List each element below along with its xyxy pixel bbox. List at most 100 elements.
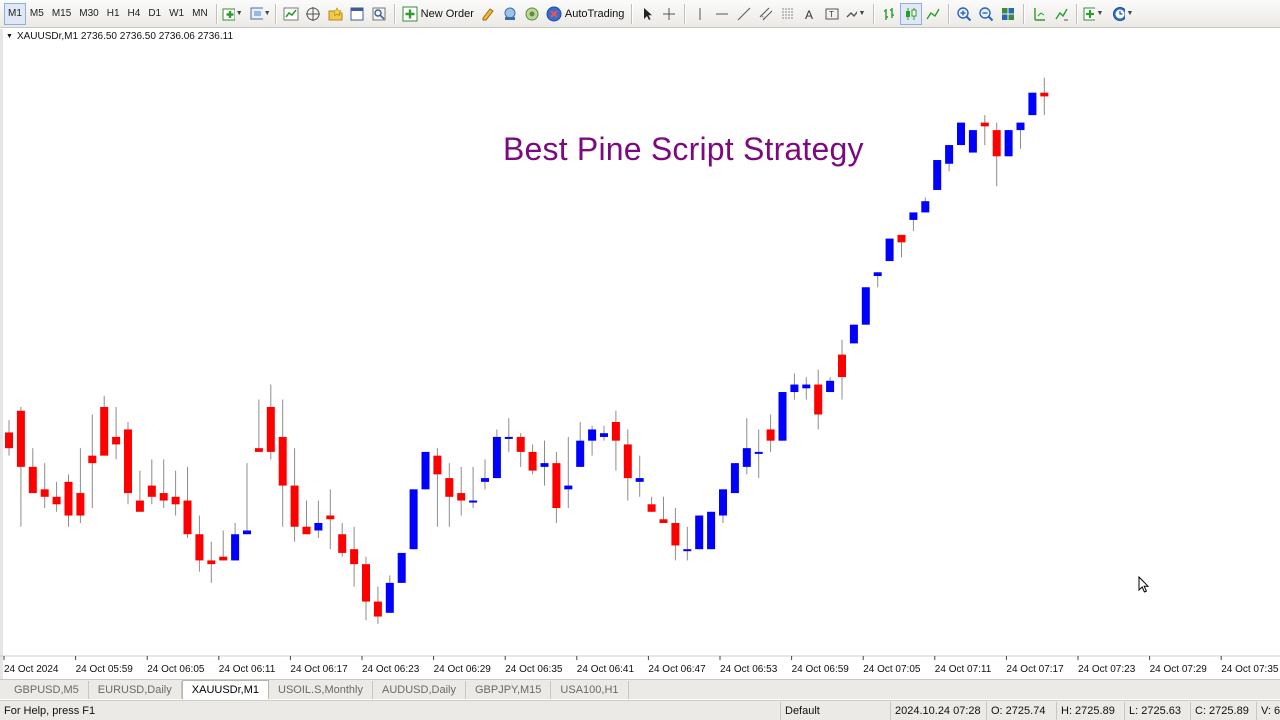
candle xyxy=(40,463,49,509)
candle-body-bull xyxy=(231,534,240,561)
horizontal-line-icon[interactable] xyxy=(711,3,733,25)
data-window-icon[interactable] xyxy=(324,3,346,25)
terminal-icon[interactable] xyxy=(346,3,368,25)
signals-icon[interactable] xyxy=(499,3,521,25)
candle-body-bull xyxy=(243,530,251,535)
timeframe-w1-button[interactable]: W1 xyxy=(165,3,188,25)
candle xyxy=(314,500,323,538)
chart-tab[interactable]: EURUSD,Daily xyxy=(89,681,182,699)
fibonacci-icon[interactable] xyxy=(777,3,799,25)
candle xyxy=(516,433,525,467)
chart-tab[interactable]: USOIL.S,Monthly xyxy=(269,681,373,699)
arrows-icon[interactable]: ▼ xyxy=(843,3,865,25)
toolbar-separator xyxy=(393,3,395,24)
candle xyxy=(540,440,549,486)
chart-tab[interactable]: GBPJPY,M15 xyxy=(466,681,552,699)
timeframe-m1-button[interactable]: M1 xyxy=(4,2,26,25)
candle xyxy=(921,197,930,213)
candle-body-bear xyxy=(350,549,359,565)
candle-body-bull xyxy=(492,436,501,479)
candle-body-bear xyxy=(88,455,97,464)
indicators-icon[interactable]: ▼ xyxy=(1081,3,1103,25)
candle xyxy=(1040,77,1049,116)
zoom-out-icon[interactable] xyxy=(975,3,997,25)
candle-body-bear xyxy=(814,384,823,415)
navigator-icon[interactable] xyxy=(302,3,324,25)
candle-body-bear xyxy=(112,436,121,445)
autotrading-label: AutoTrading xyxy=(564,7,625,20)
candle-body-bull xyxy=(397,552,406,583)
candle xyxy=(124,421,132,505)
candle-body-bull xyxy=(1028,92,1037,116)
candlestick-icon[interactable] xyxy=(900,2,923,25)
candle-body-bear xyxy=(362,564,370,602)
timeframe-m15-button[interactable]: M15 xyxy=(48,3,75,25)
autotrading-button[interactable]: AutoTrading xyxy=(543,3,628,25)
toolbar-separator xyxy=(1023,3,1025,24)
candle xyxy=(849,324,858,344)
timeframe-m30-button[interactable]: M30 xyxy=(75,3,102,25)
candle xyxy=(683,526,692,561)
candle xyxy=(219,530,228,561)
periods-icon[interactable]: ▼ xyxy=(1111,3,1133,25)
text-label-icon[interactable]: T xyxy=(821,3,843,25)
autoscroll-icon[interactable] xyxy=(1050,3,1072,25)
candle xyxy=(766,414,775,452)
channel-icon[interactable] xyxy=(755,3,777,25)
candle-body-bear xyxy=(135,500,144,512)
candle-body-bear xyxy=(457,493,466,501)
chart-tab[interactable]: GBPUSD,M5 xyxy=(5,681,89,699)
metaeditor-icon[interactable] xyxy=(477,3,499,25)
time-axis-label: 24 Oct 07:11 xyxy=(935,664,992,675)
candle-body-bear xyxy=(171,496,180,505)
cursor-icon[interactable] xyxy=(636,3,658,25)
candle xyxy=(909,212,918,232)
time-axis-label: 24 Oct 2024 xyxy=(4,664,59,675)
market-watch-icon[interactable] xyxy=(280,3,302,25)
chart-shift-icon[interactable] xyxy=(1028,3,1050,25)
timeframe-d1-button[interactable]: D1 xyxy=(144,3,165,25)
tile-windows-icon[interactable] xyxy=(997,3,1019,25)
new-chart-icon[interactable]: ▼ xyxy=(221,3,243,25)
timeframe-h4-button[interactable]: H4 xyxy=(124,3,145,25)
text-icon[interactable]: A xyxy=(799,3,821,25)
candle xyxy=(481,459,489,490)
time-axis-label: 24 Oct 07:29 xyxy=(1150,664,1208,675)
new-order-icon xyxy=(402,6,418,21)
strategy-tester-icon[interactable] xyxy=(368,3,390,25)
candle-body-bull xyxy=(707,511,716,550)
candle xyxy=(504,418,513,452)
profiles-icon[interactable]: ▼ xyxy=(249,3,271,25)
chart-tab[interactable]: XAUUSDr,M1 xyxy=(181,680,270,699)
time-axis-label: 24 Oct 06:47 xyxy=(648,664,706,675)
candle-body-bull xyxy=(730,463,739,494)
candle-body-bear xyxy=(897,234,906,243)
chart-tab[interactable]: USA100,H1 xyxy=(551,681,629,699)
zoom-in-icon[interactable] xyxy=(953,3,975,25)
candle-body-bull xyxy=(481,478,489,482)
market-icon[interactable] xyxy=(521,3,543,25)
status-help: For Help, press F1 xyxy=(4,704,96,717)
candle-body-bull xyxy=(849,324,858,344)
candle xyxy=(730,463,739,494)
status-close: C: 2725.89 xyxy=(1190,701,1256,720)
chart-tab[interactable]: AUDUSD,Daily xyxy=(373,681,466,699)
mouse-cursor-icon xyxy=(1138,575,1152,597)
timeframe-h1-button[interactable]: H1 xyxy=(103,3,124,25)
trendline-icon[interactable] xyxy=(733,3,755,25)
line-chart-icon[interactable] xyxy=(922,3,944,25)
symbol-info: ▼ XAUUSDr,M1 2736.50 2736.50 2736.06 273… xyxy=(6,31,233,42)
timeframe-m5-button[interactable]: M5 xyxy=(26,3,48,25)
bar-chart-icon[interactable] xyxy=(878,3,900,25)
new-order-button[interactable]: New Order xyxy=(399,3,477,25)
candle xyxy=(243,463,251,535)
candle-body-bear xyxy=(290,485,299,527)
crosshair-icon[interactable] xyxy=(658,3,680,25)
candle xyxy=(397,552,406,583)
timeframe-mn-button[interactable]: MN xyxy=(188,3,212,25)
svg-text:A: A xyxy=(805,8,813,22)
candle-body-bull xyxy=(802,384,811,389)
candlestick-chart[interactable]: 24 Oct 2024 24 Oct 05:59 24 Oct 06:05 24 Oc… xyxy=(0,29,1280,679)
vertical-line-icon[interactable] xyxy=(689,3,711,25)
candle-body-bear xyxy=(623,444,632,479)
